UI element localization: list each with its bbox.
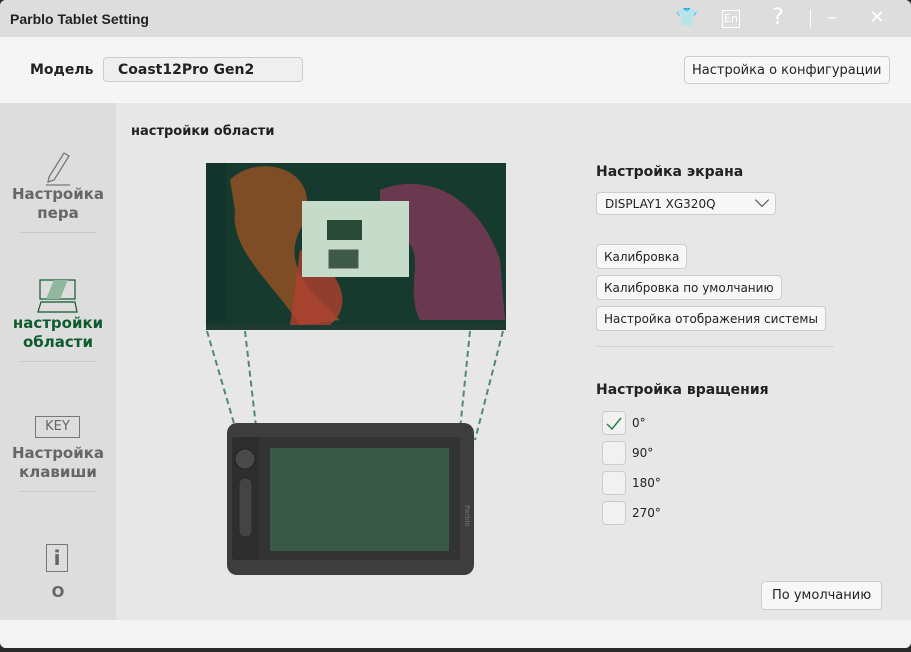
default-calibration-button[interactable]: Калибровка по умолчанию (596, 275, 782, 300)
screen-settings-title: Настройка экрана (596, 164, 744, 180)
rotation-90-checkbox[interactable] (602, 441, 626, 465)
monitor-preview (206, 163, 506, 330)
rotation-180-checkbox[interactable] (602, 471, 626, 495)
rotation-180-label: 180° (632, 476, 661, 490)
rotation-0-label: 0° (632, 416, 646, 430)
app-window: Parblo Tablet Setting 👕 En ? – ✕ Модель … (0, 0, 911, 648)
tablet-illustration (227, 423, 474, 575)
rotation-title: Настройка вращения (596, 382, 769, 398)
chevron-down-icon (754, 192, 770, 208)
checkmark-icon (606, 417, 622, 431)
system-display-settings-button[interactable]: Настройка отображения системы (596, 306, 826, 331)
rotation-270-checkbox[interactable] (602, 501, 626, 525)
footer (0, 620, 911, 648)
display-select[interactable]: DISPLAY1 XG320Q (596, 192, 776, 215)
tablet-brand: Parblo (463, 505, 471, 527)
divider (596, 346, 834, 347)
rotation-90-label: 90° (632, 446, 654, 460)
rotation-0-checkbox[interactable] (602, 411, 626, 435)
rotation-270-label: 270° (632, 506, 661, 520)
display-select-value: DISPLAY1 XG320Q (605, 197, 716, 211)
restore-default-button[interactable]: По умолчанию (761, 581, 883, 610)
calibrate-button[interactable]: Калибровка (596, 244, 688, 269)
